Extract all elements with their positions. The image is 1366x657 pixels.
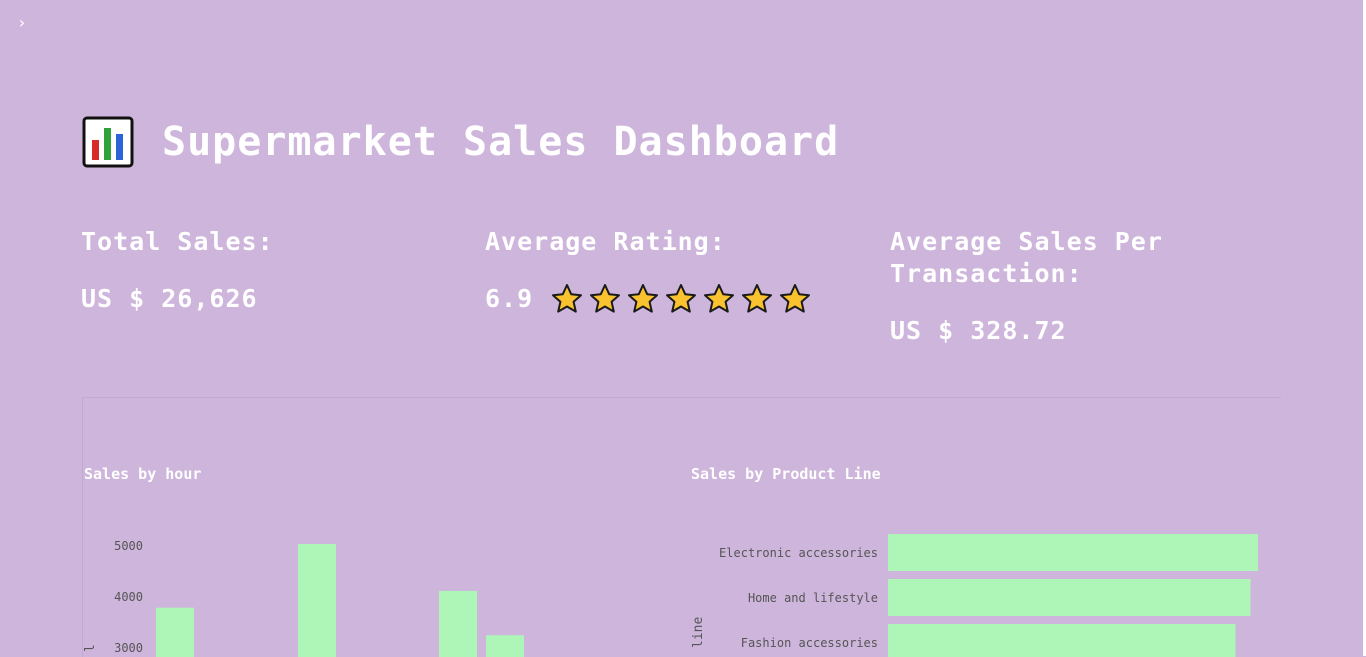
average-rating-value: 6.9 (485, 284, 534, 313)
bar (486, 635, 524, 657)
sales-by-product-line-chart: Electronic accessories Home and lifestyle… (691, 534, 1258, 657)
sales-by-hour-chart: 3000 4000 5000 l (83, 539, 524, 657)
star-icon (704, 284, 735, 313)
sales-by-product-line-title: Sales by Product Line (691, 465, 881, 483)
average-rating-label: Average Rating: (485, 227, 726, 256)
average-rating-row: 6.9 (485, 283, 865, 315)
y-axis-title: l (83, 644, 98, 652)
star-icon (742, 284, 773, 313)
bar (156, 607, 194, 657)
star-icon (552, 284, 583, 313)
star-icon (628, 284, 659, 313)
bar (888, 624, 1236, 657)
bar (439, 590, 477, 657)
sidebar-expand-chevron-icon[interactable]: › (14, 12, 30, 34)
bar (298, 543, 336, 657)
star-icon (590, 284, 621, 313)
average-sales-per-transaction-label: Average Sales Per Transaction: (890, 227, 1163, 288)
average-sales-per-transaction-metric: Average Sales Per Transaction: US $ 328.… (890, 226, 1270, 347)
y-tick-label: 5000 (114, 539, 143, 553)
y-tick-label: Home and lifestyle (748, 591, 878, 605)
bar (888, 534, 1258, 571)
star-icon (780, 284, 811, 313)
bar (888, 579, 1251, 616)
y-tick-label: Electronic accessories (719, 546, 878, 560)
y-tick-label: 4000 (114, 590, 143, 604)
y-axis-title: line (691, 617, 706, 648)
average-sales-per-transaction-value: US $ 328.72 (890, 316, 1067, 345)
page-header: Supermarket Sales Dashboard (82, 112, 839, 172)
sales-by-hour-title: Sales by hour (84, 465, 202, 483)
total-sales-metric: Total Sales: US $ 26,626 (81, 226, 461, 315)
star-icon (666, 284, 697, 313)
rating-stars (551, 283, 811, 315)
y-tick-label: Fashion accessories (741, 636, 878, 650)
total-sales-value: US $ 26,626 (81, 284, 258, 313)
average-rating-metric: Average Rating: 6.9 (485, 226, 865, 315)
total-sales-label: Total Sales: (81, 227, 274, 256)
y-tick-label: 3000 (114, 641, 143, 655)
bar-chart-emoji-icon (82, 116, 134, 168)
page-title: Supermarket Sales Dashboard (162, 119, 840, 165)
